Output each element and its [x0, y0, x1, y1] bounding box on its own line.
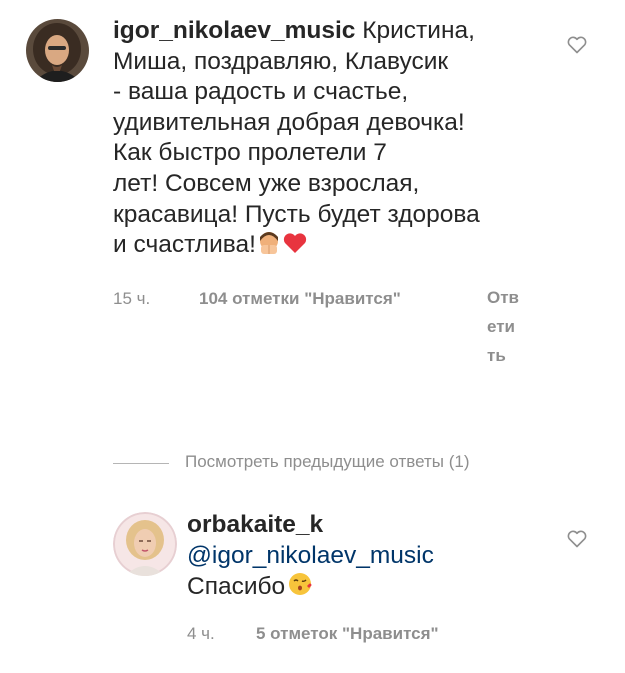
comment-text: igor_nikolaev_music Кристина, Миша, позд…	[113, 16, 513, 264]
comment-line: Как быстро пролетели 7	[113, 139, 387, 167]
reply-text: orbakaite_k @igor_nikolaev_music Спасибо	[187, 510, 547, 606]
comment-line: лет! Совсем уже взрослая,	[113, 169, 420, 197]
comment-line: и счастлива!	[113, 231, 256, 259]
heart-outline-icon[interactable]	[567, 530, 587, 553]
comment-line: удивительная добрая девочка!	[113, 108, 465, 136]
comment-time: 4 ч.	[187, 624, 215, 643]
comment-meta-likes: 5 отметок "Нравится"	[256, 624, 439, 644]
reply-button[interactable]: Ответить	[487, 283, 523, 370]
comment-line: Спасибо	[187, 573, 286, 601]
likes-count[interactable]: 104 отметки "Нравится"	[199, 289, 401, 308]
heart-outline-icon[interactable]	[567, 36, 587, 59]
comment-line: Кристина,	[362, 17, 475, 44]
view-previous-replies-button[interactable]: Посмотреть предыдущие ответы (1)	[185, 452, 470, 472]
avatar-woman-image	[113, 512, 177, 576]
face-with-hands-emoji	[256, 231, 282, 264]
mention-link[interactable]: @igor_nikolaev_music	[187, 542, 434, 569]
comment-line: красавица! Пусть будет здорова	[113, 200, 480, 228]
likes-count[interactable]: 5 отметок "Нравится"	[256, 624, 439, 643]
red-heart-emoji	[282, 231, 308, 264]
comment-meta: 15 ч.	[113, 289, 150, 309]
comment-meta-likes: 104 отметки "Нравится"	[199, 289, 401, 309]
thread-divider	[113, 463, 169, 464]
comment-line: - ваша радость и счастье,	[113, 78, 409, 106]
avatar[interactable]	[26, 19, 89, 82]
kissing-face-emoji	[287, 571, 313, 606]
comment-username[interactable]: igor_nikolaev_music	[113, 17, 355, 44]
comment-meta: 4 ч.	[187, 624, 215, 644]
comment-username[interactable]: orbakaite_k	[187, 511, 323, 538]
avatar-man-image	[26, 19, 89, 82]
comment-time: 15 ч.	[113, 289, 151, 308]
comment-line: Миша, поздравляю, Клавусик	[113, 47, 449, 75]
avatar[interactable]	[113, 512, 177, 576]
